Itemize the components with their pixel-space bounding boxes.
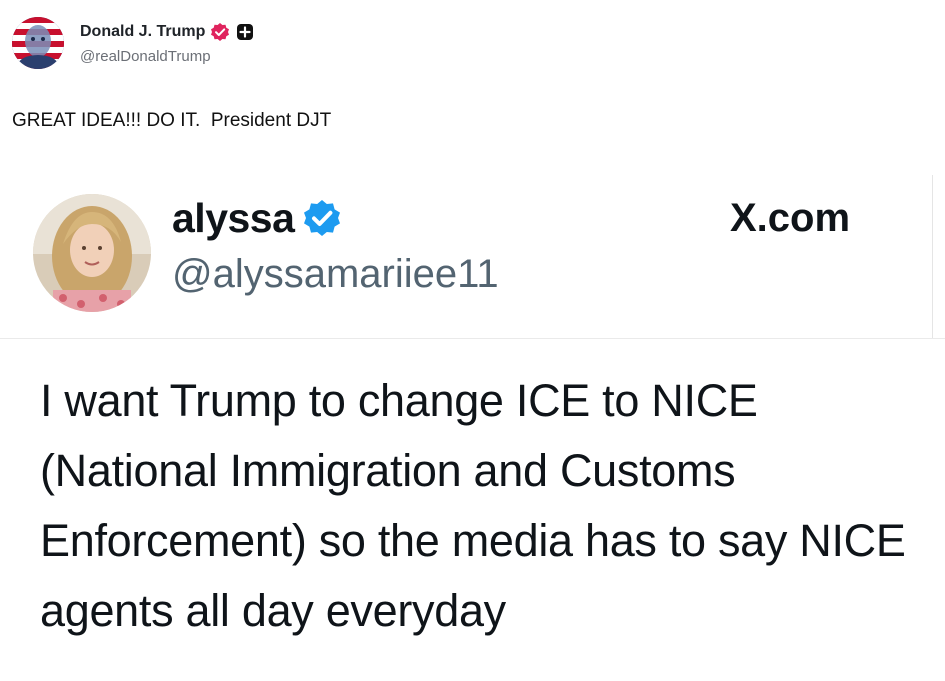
source-label: X.com <box>730 196 850 241</box>
plus-badge-icon <box>237 24 254 40</box>
quoted-name-row: alyssa <box>172 193 342 243</box>
avatar-portrait-icon <box>33 194 151 312</box>
author-row: Donald J. Trump <box>80 21 254 43</box>
avatar[interactable] <box>12 17 64 69</box>
verified-check-icon <box>304 200 341 236</box>
avatar-flag-portrait-icon <box>12 17 64 69</box>
verified-badge-icon <box>211 23 230 41</box>
quoted-handle: @alyssamariiee11 <box>172 252 499 296</box>
quoted-avatar <box>33 194 151 312</box>
embed-divider <box>932 175 933 338</box>
embed-divider <box>0 338 945 339</box>
post-header: Donald J. Trump @realDonaldTrump <box>12 17 254 73</box>
author-handle[interactable]: @realDonaldTrump <box>80 48 254 65</box>
post-text: GREAT IDEA!!! DO IT. President DJT <box>12 110 332 131</box>
source-text: X.com <box>730 196 851 240</box>
quoted-text: I want Trump to change ICE to NICE (Nati… <box>40 375 906 636</box>
quoted-name: alyssa <box>172 194 295 241</box>
author-name[interactable]: Donald J. Trump <box>80 23 205 41</box>
author-info: Donald J. Trump @realDonaldTrump <box>80 21 254 65</box>
